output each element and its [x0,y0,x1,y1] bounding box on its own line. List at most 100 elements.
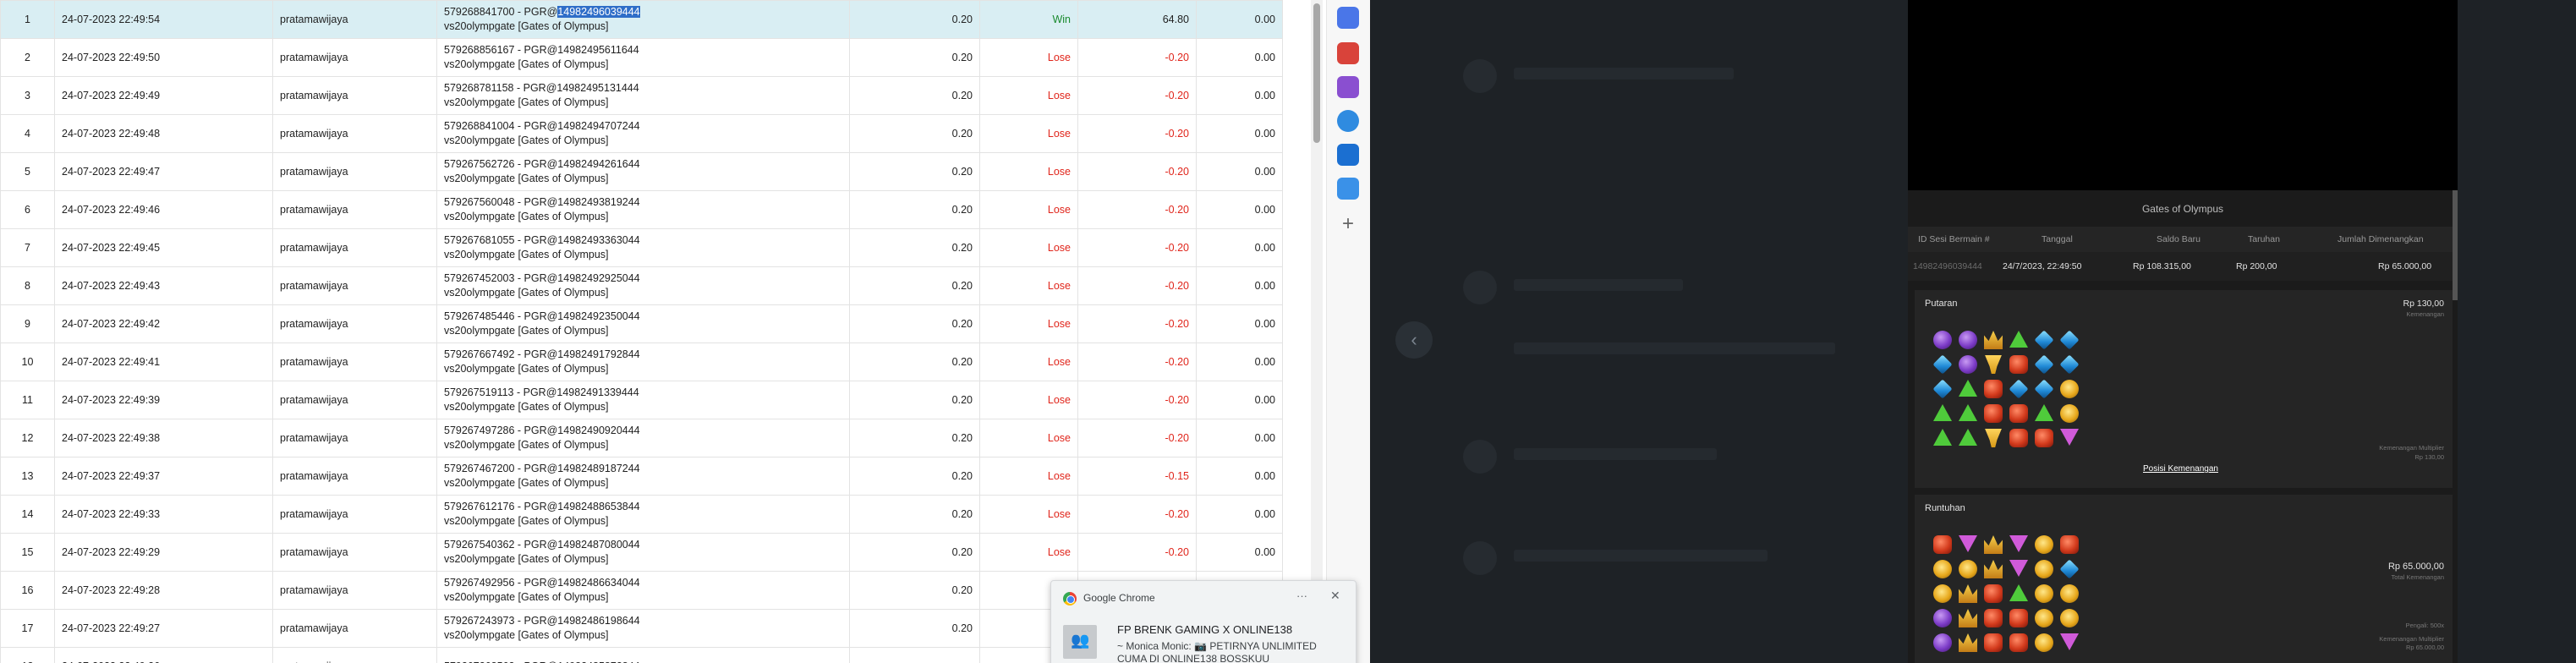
reel-symbol [1959,633,1977,652]
more-options-icon[interactable]: ··· [1296,589,1307,602]
row-user: pratamawijaya [272,76,437,115]
round-game: vs20olympgate [Gates of Olympus] [444,134,609,146]
cart-icon[interactable] [1337,178,1359,200]
reel-symbol [2059,559,2080,579]
row-user: pratamawijaya [272,152,437,191]
chrome-notification[interactable]: Google Chrome ··· ✕ FP BRENK GAMING X ON… [1050,580,1357,663]
reel-symbol [2009,355,2028,374]
row-winloss: -0.20 [1077,495,1197,534]
header-date: Tanggal [2042,234,2073,244]
table-row[interactable]: 11 24-07-2023 22:49:39 pratamawijaya 579267… [0,381,1283,419]
chrome-icon [1063,592,1077,605]
reel-symbol [1959,584,1977,603]
table-row[interactable]: 13 24-07-2023 22:49:37 pratamawijaya 579267… [0,457,1283,496]
row-time: 24-07-2023 22:49:45 [54,228,273,267]
spin-title: Putaran [1925,299,1958,309]
reel-symbol [1984,380,2003,398]
table-row[interactable]: 1 24-07-2023 22:49:54 pratamawijaya 5792688… [0,0,1283,39]
round-id: 579267268562 - PGR@14982485872844 [444,660,640,663]
row-time: 24-07-2023 22:49:38 [54,419,273,458]
dim-avatar [1463,440,1497,474]
header-winnings: Jumlah Dimenangkan [2338,234,2424,244]
row-jackpot: 0.00 [1196,152,1283,191]
row-bet: 0.20 [849,457,980,496]
row-number: 15 [0,533,55,572]
reel-symbol [2060,584,2079,603]
tumble-amount: Rp 65.000,00 [2387,562,2444,572]
row-user: pratamawijaya [272,190,437,229]
table-row[interactable]: 2 24-07-2023 22:49:50 pratamawijaya 5792688… [0,38,1283,77]
row-user: pratamawijaya [272,533,437,572]
row-bet: 0.20 [849,609,980,648]
reel-symbol [2060,633,2079,650]
table-row[interactable]: 8 24-07-2023 22:49:43 pratamawijaya 5792674… [0,266,1283,305]
back-arrow-icon[interactable]: ‹ [1395,321,1433,359]
office-icon[interactable] [1337,110,1359,132]
row-winloss: -0.15 [1077,457,1197,496]
table-row[interactable]: 3 24-07-2023 22:49:49 pratamawijaya 5792687… [0,76,1283,115]
history-row[interactable]: 14982496039444 24/7/2023, 22:49:50 Rp 10… [1908,252,2453,281]
row-round-info: 579267540362 - PGR@14982487080044 vs20oly… [436,533,850,572]
row-result: Lose [979,190,1078,229]
reel-symbol [1959,535,1977,552]
plus-icon[interactable]: + [1337,213,1359,235]
row-user: pratamawijaya [272,495,437,534]
table-row[interactable]: 14 24-07-2023 22:49:33 pratamawijaya 579267… [0,495,1283,534]
round-id: 579268841004 - PGR@14982494707244 [444,120,640,132]
row-bet: 0.20 [849,342,980,381]
reel-symbol [2009,633,2028,652]
winning-positions-link[interactable]: Posisi Kemenangan [2143,464,2218,474]
table-row[interactable]: 12 24-07-2023 22:49:38 pratamawijaya 579267… [0,419,1283,458]
table-scrollbar[interactable] [1311,0,1323,663]
round-id: 579267243973 - PGR@14982486198644 [444,615,640,627]
row-bet: 0.20 [849,114,980,153]
bag-icon[interactable] [1337,7,1359,29]
close-icon[interactable]: ✕ [1330,589,1340,603]
row-winloss: -0.20 [1077,266,1197,305]
table-row[interactable]: 15 24-07-2023 22:49:29 pratamawijaya 579267… [0,533,1283,572]
row-result: Lose [979,381,1078,419]
row-winloss: -0.20 [1077,190,1197,229]
reel-symbol [1933,331,1952,349]
reel-symbol [2060,404,2079,423]
round-id: 579268781158 - PGR@14982495131444 [444,82,639,94]
reel-symbol [2009,404,2028,423]
spin-symbol-grid [1932,330,2102,458]
outlook-icon[interactable] [1337,144,1359,166]
row-number: 2 [0,38,55,77]
scrollbar-thumb[interactable] [1313,3,1320,143]
row-bet: 0.20 [849,76,980,115]
header-balance: Saldo Baru [2157,234,2201,244]
table-row[interactable]: 10 24-07-2023 22:49:41 pratamawijaya 579267… [0,342,1283,381]
round-game: vs20olympgate [Gates of Olympus] [444,553,609,565]
reel-symbol [2009,379,2029,399]
round-id: 579268856167 - PGR@14982495611644 [444,44,639,56]
row-bet: 0.20 [849,304,980,343]
toolbox-icon[interactable] [1337,42,1359,64]
round-id: 579267540362 - PGR@14982487080044 [444,539,640,551]
tumble-multiplier: Pengali: 500x [2405,622,2444,629]
round-game: vs20olympgate [Gates of Olympus] [444,515,609,527]
table-row[interactable]: 9 24-07-2023 22:49:42 pratamawijaya 5792674… [0,304,1283,343]
row-number: 11 [0,381,55,419]
row-round-info: 579267562726 - PGR@14982494261644 vs20oly… [436,152,850,191]
game-history-panel: Gates of Olympus ID Sesi Bermain # Tangg… [1908,0,2458,663]
bet: Rp 200,00 [2236,261,2277,271]
table-row[interactable]: 4 24-07-2023 22:49:48 pratamawijaya 5792688… [0,114,1283,153]
round-game: vs20olympgate [Gates of Olympus] [444,401,609,413]
reel-symbol [2060,535,2079,554]
table-row[interactable]: 7 24-07-2023 22:49:45 pratamawijaya 5792676… [0,228,1283,267]
row-number: 9 [0,304,55,343]
browser-sidebar: + [1326,0,1370,663]
row-time: 24-07-2023 22:49:29 [54,533,273,572]
row-round-info: 579267560048 - PGR@14982493819244 vs20oly… [436,190,850,229]
games-icon[interactable] [1337,76,1359,98]
round-game: vs20olympgate [Gates of Olympus] [444,58,609,70]
transaction-table: 1 24-07-2023 22:49:54 pratamawijaya 5792688… [0,0,1283,663]
tumble-win-label: Kemenangan Multiplier [2379,635,2444,643]
reel-symbol [1985,429,2002,447]
reel-symbol [1984,560,2003,578]
table-row[interactable]: 6 24-07-2023 22:49:46 pratamawijaya 5792675… [0,190,1283,229]
table-row[interactable]: 5 24-07-2023 22:49:47 pratamawijaya 5792675… [0,152,1283,191]
reel-symbol [2060,609,2079,627]
